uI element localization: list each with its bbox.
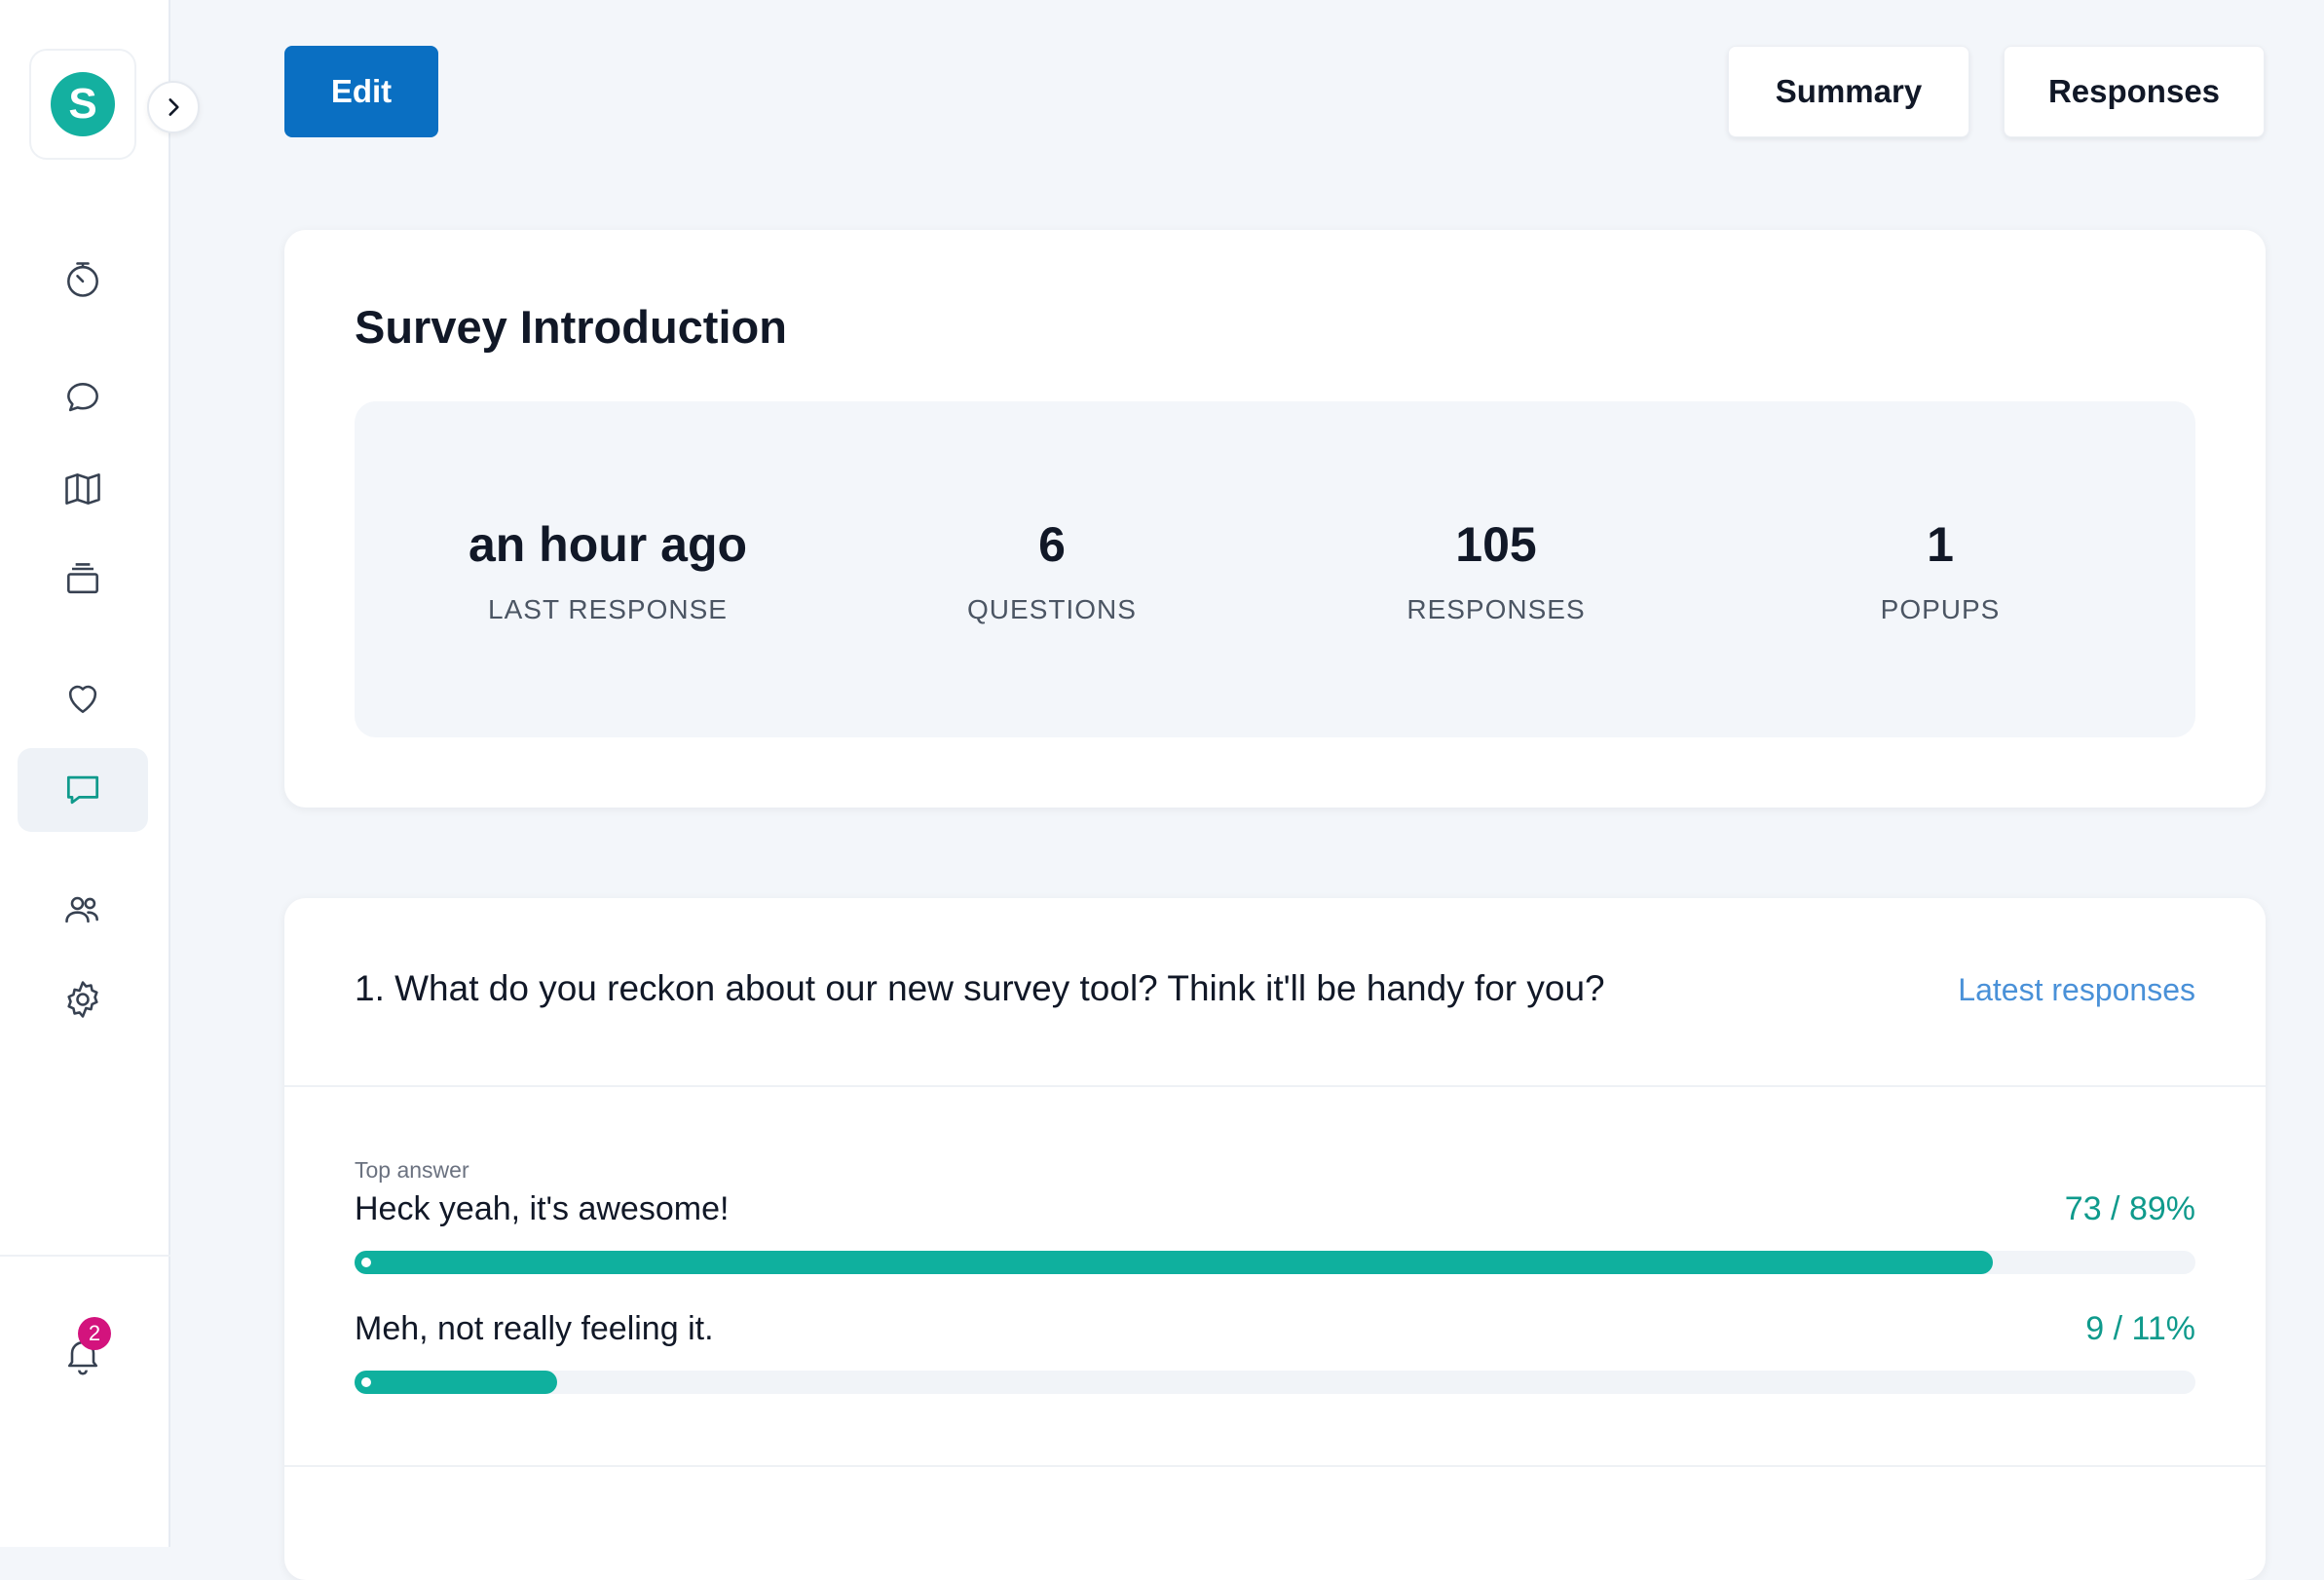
summary-button[interactable]: Summary [1728,46,1969,137]
map-icon [65,473,100,505]
expand-sidebar-button[interactable] [147,81,200,133]
answer-count: 73 / 89% [2064,1190,2195,1227]
stat-questions: 6 QUESTIONS [847,516,1256,625]
stat-last-response: an hour ago LAST RESPONSE [403,516,812,625]
stat-value: 105 [1455,517,1537,572]
heart-icon [68,685,97,713]
answer-bar-track [355,1371,2195,1394]
stat-label: POPUPS [1880,594,2001,624]
stat-popups: 1 POPUPS [1736,516,2145,625]
sidebar-item-surveys[interactable] [18,748,148,832]
answer-count: 9 / 11% [2085,1310,2195,1347]
users-icon [65,896,98,923]
notification-badge: 2 [78,1317,111,1350]
logo-avatar: S [51,72,115,136]
sidebar-item-conversations[interactable] [18,357,148,440]
answer-bar-dot [361,1258,371,1267]
question-title: 1. What do you reckon about our new surv… [355,968,1605,1008]
divider [284,1465,2266,1467]
dashboard-timer-icon [67,262,98,297]
gear-icon [67,981,98,1018]
divider [284,1085,2266,1087]
responses-button[interactable]: Responses [2004,46,2265,137]
answer-bar-fill [355,1251,1994,1274]
stack-icon [67,563,98,594]
sidebar: S 2 [0,0,170,1547]
answer-bar-dot [361,1377,371,1387]
stat-label: QUESTIONS [967,594,1137,624]
answer-text: Meh, not really feeling it. [355,1310,714,1347]
stats-panel: an hour ago LAST RESPONSE 6 QUESTIONS 10… [355,401,2195,737]
answer-row: Meh, not really feeling it. 9 / 11% [355,1310,2195,1427]
latest-responses-link[interactable]: Latest responses [1958,972,2195,1008]
answer-bar-fill [355,1371,557,1394]
answer-text: Heck yeah, it's awesome! [355,1190,730,1227]
stat-label: RESPONSES [1406,594,1586,624]
question-card: 1. What do you reckon about our new surv… [284,898,2266,1580]
logo-container[interactable]: S [29,49,136,160]
stat-value: an hour ago [468,517,748,572]
sidebar-divider [0,1255,170,1257]
answer-row: Heck yeah, it's awesome! 73 / 89% [355,1190,2195,1307]
stat-value: 1 [1927,517,1954,572]
answer-bar-track [355,1251,2195,1274]
stat-responses: 105 RESPONSES [1292,516,1701,625]
stat-label: LAST RESPONSE [488,594,728,624]
survey-intro-card: Survey Introduction an hour ago LAST RES… [284,230,2266,808]
sidebar-item-stack[interactable] [18,538,148,621]
chevron-right-icon [169,98,179,116]
edit-button[interactable]: Edit [284,46,438,137]
comment-icon [66,775,99,805]
sidebar-item-settings[interactable] [18,958,148,1041]
stat-value: 6 [1038,517,1066,572]
chat-bubbles-icon [67,383,98,412]
sidebar-item-users[interactable] [18,867,148,951]
top-answer-label: Top answer [355,1157,469,1183]
sidebar-item-dashboard[interactable] [18,238,148,321]
survey-title: Survey Introduction [355,301,787,353]
sidebar-item-map[interactable] [18,447,148,531]
sidebar-item-favorites[interactable] [18,656,148,739]
